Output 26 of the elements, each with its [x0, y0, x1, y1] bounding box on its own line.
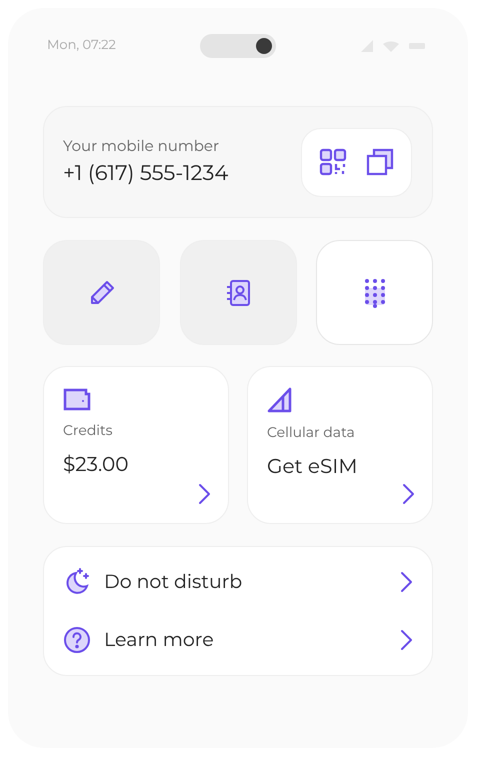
action-tile[interactable] [43, 240, 160, 345]
chevron-right-icon [198, 483, 212, 505]
info-card[interactable]: Credits $23.00 [43, 366, 229, 524]
card-label: Credits [63, 420, 112, 441]
card-label: Cellular data [267, 422, 355, 443]
chevron-right-icon [402, 483, 416, 505]
action-tile[interactable] [180, 240, 296, 345]
help-icon [63, 626, 91, 654]
phone-number: +1 (617) 555-1234 [63, 160, 228, 188]
info-card[interactable]: Cellular data Get eSIM [247, 366, 433, 524]
menu-item[interactable]: Learn more [44, 611, 432, 669]
signal-icon [267, 387, 293, 413]
card-value: Get eSIM [267, 454, 358, 481]
address-book-icon [225, 278, 251, 306]
number-label: Your mobile number [63, 135, 220, 157]
status-time: Mon, 07:22 [47, 36, 117, 56]
action-tile[interactable] [316, 240, 433, 345]
menu-item[interactable]: Do not disturb [44, 553, 432, 611]
chevron-right-icon [400, 571, 414, 593]
copy-button[interactable] [366, 148, 394, 176]
qr-code-icon [319, 148, 347, 176]
copy-icon [366, 148, 394, 176]
qr-code-button[interactable] [319, 148, 347, 176]
wallet-icon [63, 387, 91, 411]
card-value: $23.00 [63, 452, 128, 479]
chevron-right-icon [400, 629, 414, 651]
